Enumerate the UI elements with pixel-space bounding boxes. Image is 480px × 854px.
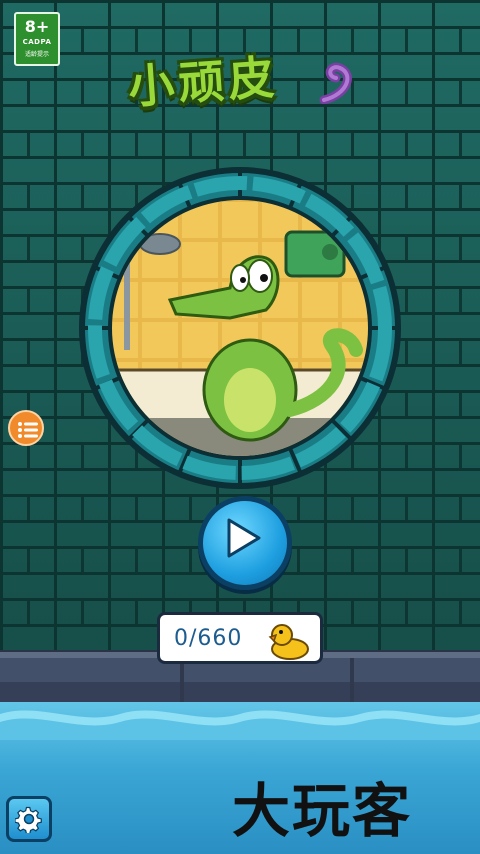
duck-score-value: 0/660 [174, 626, 243, 651]
watermark-text: 大玩客 [232, 777, 413, 845]
play-icon [227, 518, 261, 558]
menu-button[interactable] [8, 410, 44, 446]
settings-button[interactable] [6, 796, 52, 842]
age-rating-code: CADPA [22, 38, 52, 46]
game-title: 小顽皮 [127, 46, 358, 114]
bathroom-porthole [79, 167, 401, 489]
water-wave [0, 710, 480, 740]
gear-icon [15, 806, 42, 833]
game-title-text: 小顽皮 [126, 49, 280, 115]
tentacle-decoration [319, 62, 352, 104]
age-rating-number: 8+ [24, 17, 50, 36]
list-icon [18, 422, 38, 438]
play-button[interactable] [198, 496, 292, 590]
age-rating-label: 适龄提示 [24, 51, 49, 58]
age-rating-badge: 8+ CADPA 适龄提示 [14, 12, 60, 66]
duck-score-panel: 0/660 [157, 612, 323, 664]
rubber-duck-icon [268, 624, 309, 660]
